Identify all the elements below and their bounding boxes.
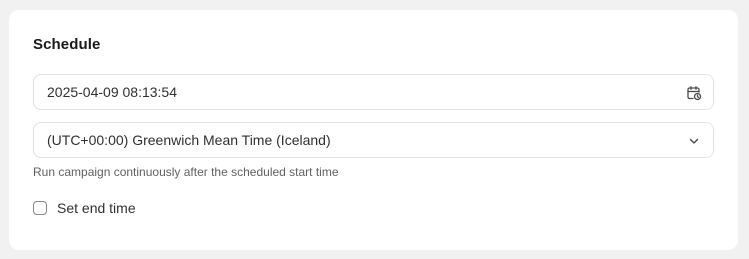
set-end-time-checkbox[interactable] [33, 201, 47, 215]
start-datetime-field[interactable]: 2025-04-09 08:13:54 [33, 74, 714, 110]
chevron-down-icon [689, 138, 699, 144]
section-title: Schedule [33, 36, 101, 53]
schedule-card: Schedule 2025-04-09 08:13:54 (UTC+00:00)… [9, 10, 738, 250]
timezone-select[interactable]: (UTC+00:00) Greenwich Mean Time (Iceland… [33, 122, 714, 158]
schedule-help-text: Run campaign continuously after the sche… [33, 165, 339, 179]
set-end-time-label[interactable]: Set end time [57, 200, 136, 216]
calendar-clock-icon[interactable] [686, 85, 702, 101]
set-end-time-option[interactable]: Set end time [33, 200, 136, 216]
start-datetime-value: 2025-04-09 08:13:54 [47, 84, 177, 100]
timezone-value: (UTC+00:00) Greenwich Mean Time (Iceland… [47, 132, 331, 148]
